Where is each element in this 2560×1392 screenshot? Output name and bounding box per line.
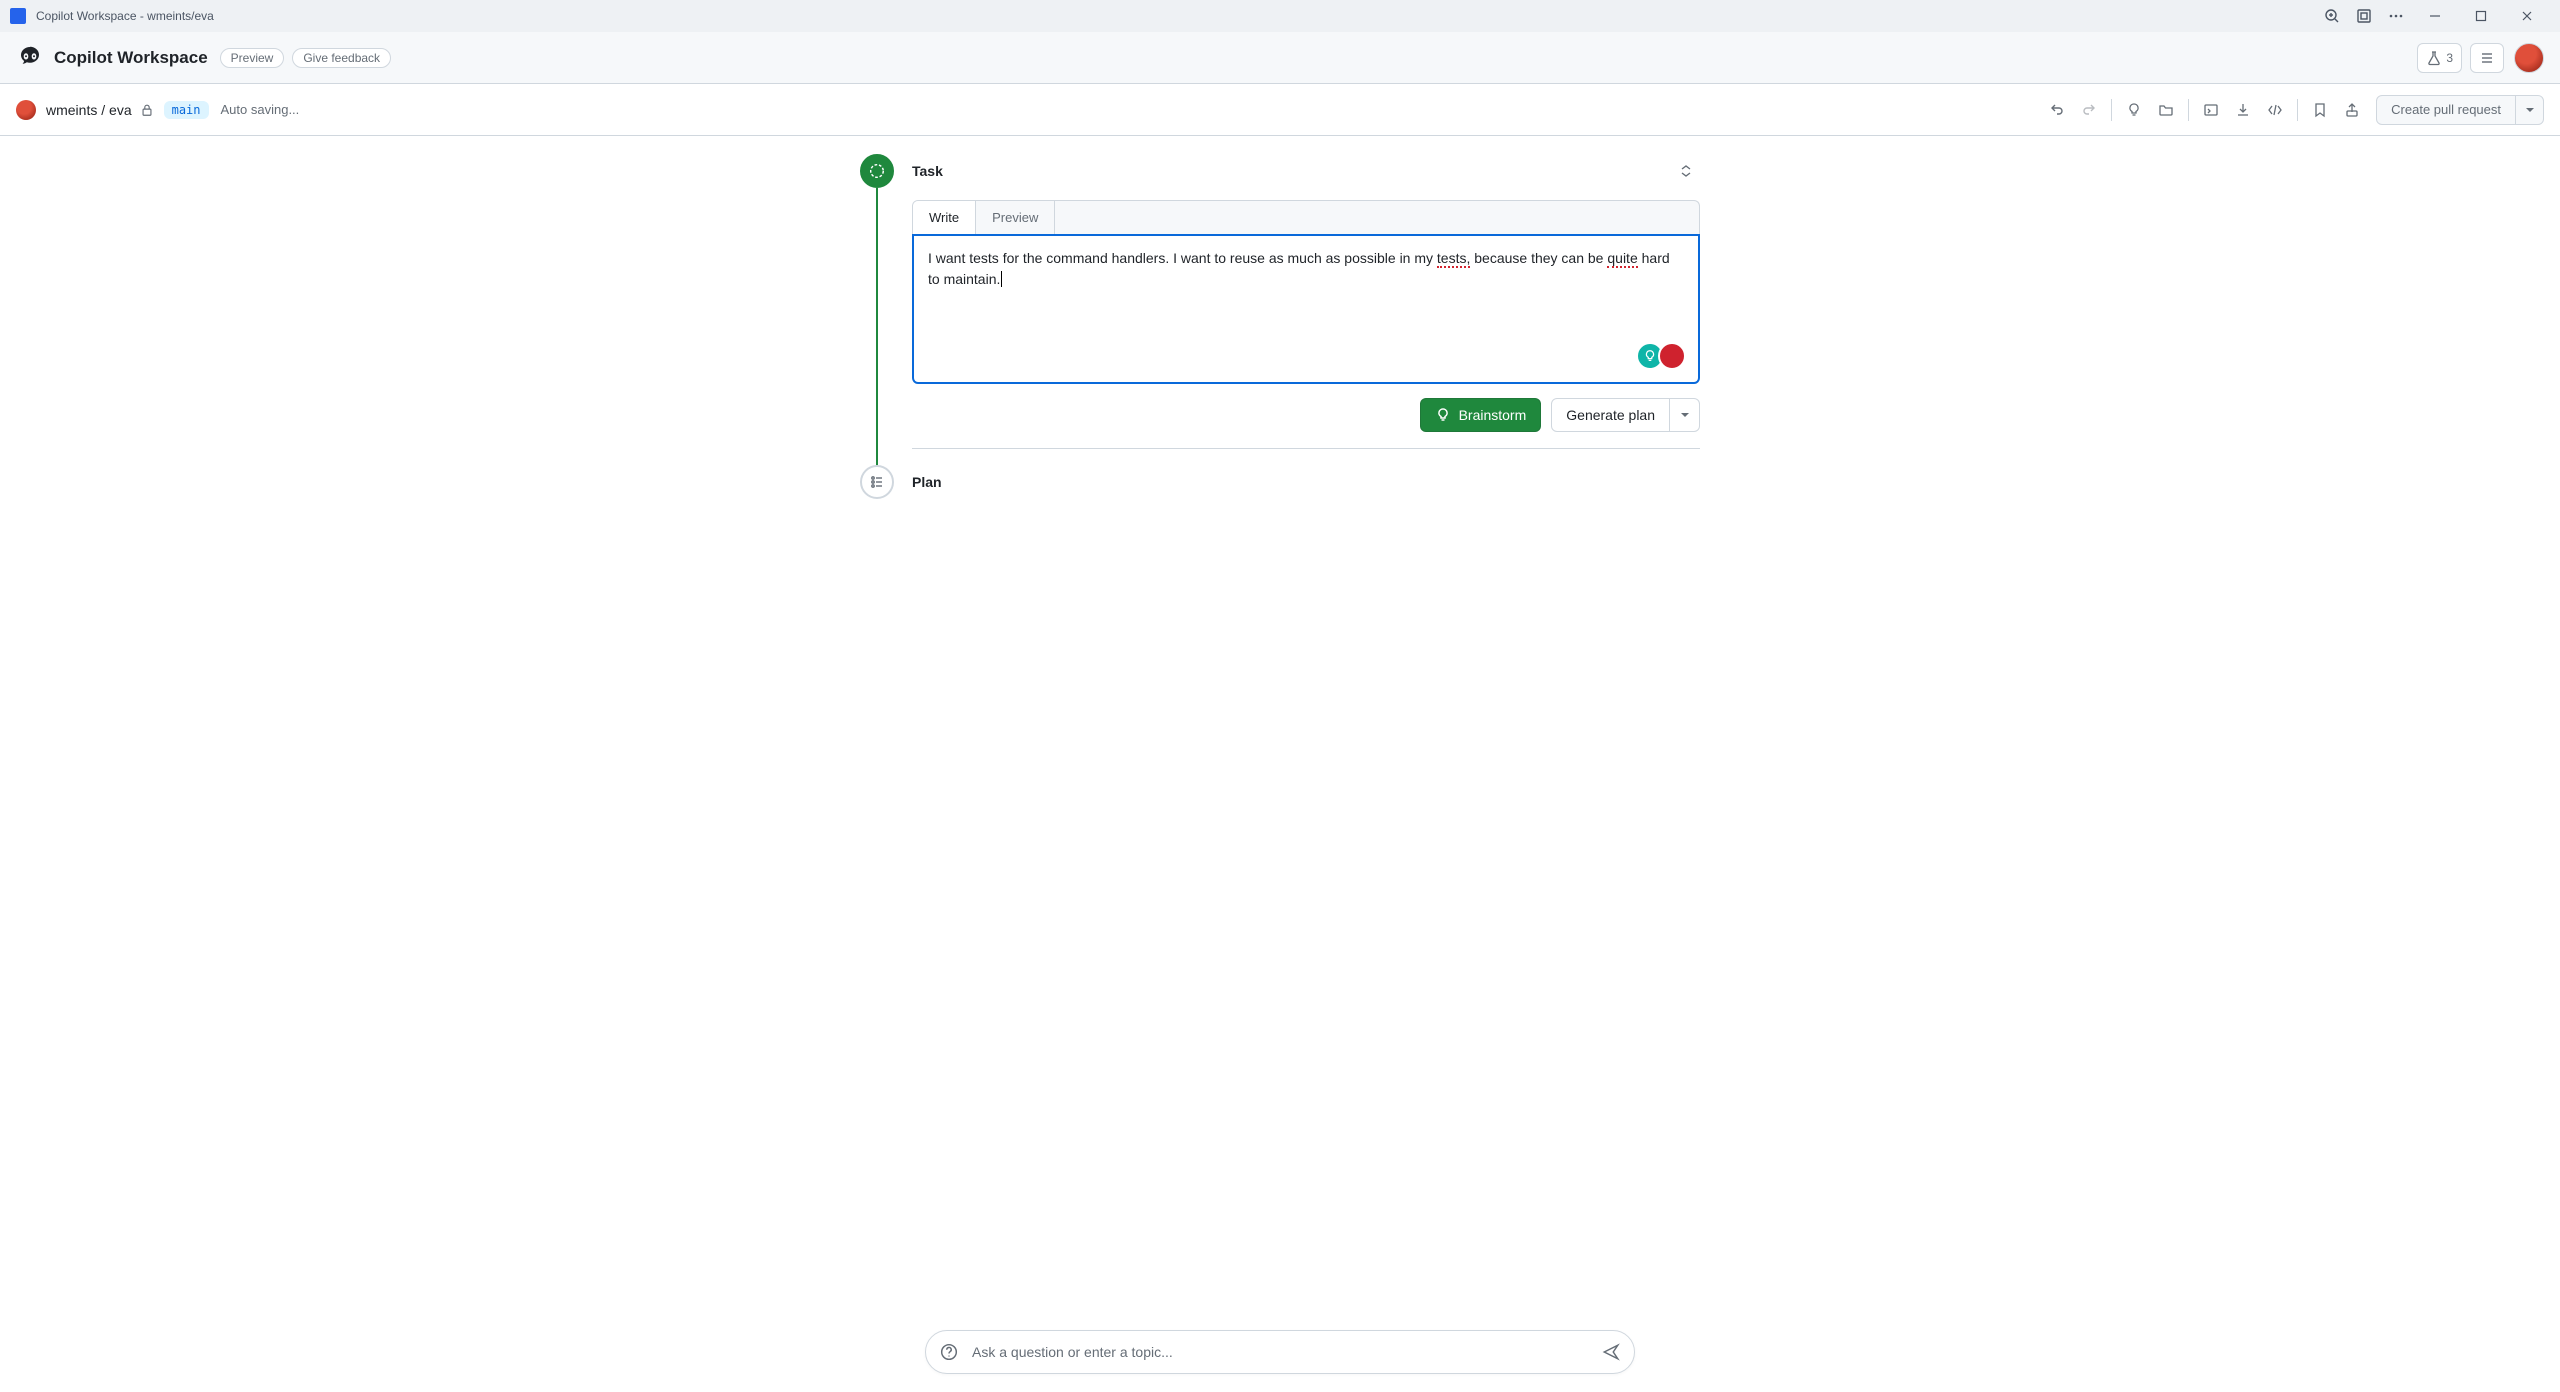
autosave-status: Auto saving...: [221, 102, 300, 117]
plan-title: Plan: [912, 474, 942, 490]
zoom-icon[interactable]: [2316, 0, 2348, 32]
experiments-button[interactable]: 3: [2417, 43, 2462, 73]
spell-underline: tests,: [1437, 250, 1470, 268]
task-title: Task: [912, 163, 943, 179]
window-minimize[interactable]: [2412, 0, 2458, 32]
editor-tabs: Write Preview: [912, 200, 1700, 234]
task-text[interactable]: I want tests for the command handlers. I…: [928, 248, 1684, 290]
more-icon[interactable]: [2380, 0, 2412, 32]
lock-icon: [140, 103, 154, 117]
create-pull-request-button[interactable]: Create pull request: [2376, 95, 2544, 125]
repo-name: eva: [109, 102, 132, 118]
beaker-icon: [2426, 50, 2442, 66]
give-feedback-link[interactable]: Give feedback: [292, 48, 391, 68]
record-chip[interactable]: [1658, 342, 1686, 370]
repo-owner: wmeints: [46, 102, 97, 118]
create-pr-label: Create pull request: [2377, 102, 2515, 117]
window-title: Copilot Workspace - wmeints/eva: [36, 9, 214, 23]
app-header: Copilot Workspace Preview Give feedback …: [0, 32, 2560, 84]
idea-button[interactable]: [2118, 95, 2150, 125]
copilot-logo-icon: [16, 44, 44, 72]
branch-badge[interactable]: main: [164, 101, 209, 119]
app-icon: [10, 8, 26, 24]
generate-plan-split: Generate plan: [1551, 398, 1700, 432]
bookmark-button[interactable]: [2304, 95, 2336, 125]
timeline: Task Write Preview I want tests for the …: [860, 154, 1700, 499]
redo-button[interactable]: [2073, 95, 2105, 125]
generate-plan-caret[interactable]: [1670, 398, 1700, 432]
folder-button[interactable]: [2150, 95, 2182, 125]
plan-node-icon: [860, 465, 894, 499]
preview-badge[interactable]: Preview: [220, 48, 285, 68]
list-button[interactable]: [2470, 43, 2504, 73]
brainstorm-label: Brainstorm: [1459, 407, 1527, 423]
share-button[interactable]: [2336, 95, 2368, 125]
generate-plan-label: Generate plan: [1566, 407, 1655, 423]
extension-icon[interactable]: [2348, 0, 2380, 32]
spell-underline: quite: [1607, 250, 1637, 268]
send-icon[interactable]: [1602, 1343, 1620, 1361]
text-cursor: [1001, 271, 1002, 287]
editor-chips: [1636, 342, 1686, 370]
workspace-canvas: Task Write Preview I want tests for the …: [0, 136, 2560, 1392]
plan-header-row: Plan: [860, 465, 1700, 499]
bulb-icon: [1435, 407, 1451, 423]
task-actions: Brainstorm Generate plan: [912, 398, 1700, 449]
brand-title: Copilot Workspace: [54, 48, 208, 68]
timeline-connector: [876, 188, 878, 488]
help-icon: [940, 1343, 958, 1361]
task-card: Write Preview I want tests for the comma…: [912, 200, 1700, 384]
chat-input[interactable]: [970, 1343, 1590, 1361]
window-close[interactable]: [2504, 0, 2550, 32]
repo-owner-avatar: [16, 100, 36, 120]
tab-preview[interactable]: Preview: [976, 201, 1055, 234]
undo-button[interactable]: [2041, 95, 2073, 125]
brainstorm-button[interactable]: Brainstorm: [1420, 398, 1542, 432]
codespace-button[interactable]: [2259, 95, 2291, 125]
list-icon: [2479, 50, 2495, 66]
download-button[interactable]: [2227, 95, 2259, 125]
window-maximize[interactable]: [2458, 0, 2504, 32]
create-pr-caret[interactable]: [2515, 96, 2543, 124]
repo-path[interactable]: wmeints / eva: [46, 102, 132, 118]
chat-bar: [925, 1330, 1635, 1374]
task-header-row: Task: [860, 154, 1700, 188]
generate-plan-button[interactable]: Generate plan: [1551, 398, 1670, 432]
user-avatar[interactable]: [2514, 43, 2544, 73]
window-titlebar: Copilot Workspace - wmeints/eva: [0, 0, 2560, 32]
tab-write[interactable]: Write: [913, 201, 976, 234]
experiments-count: 3: [2446, 51, 2453, 65]
collapse-task-button[interactable]: [1672, 157, 1700, 185]
task-node-icon: [860, 154, 894, 188]
terminal-button[interactable]: [2195, 95, 2227, 125]
task-editor[interactable]: I want tests for the command handlers. I…: [912, 234, 1700, 384]
repo-toolbar: wmeints / eva main Auto saving... Create…: [0, 84, 2560, 136]
